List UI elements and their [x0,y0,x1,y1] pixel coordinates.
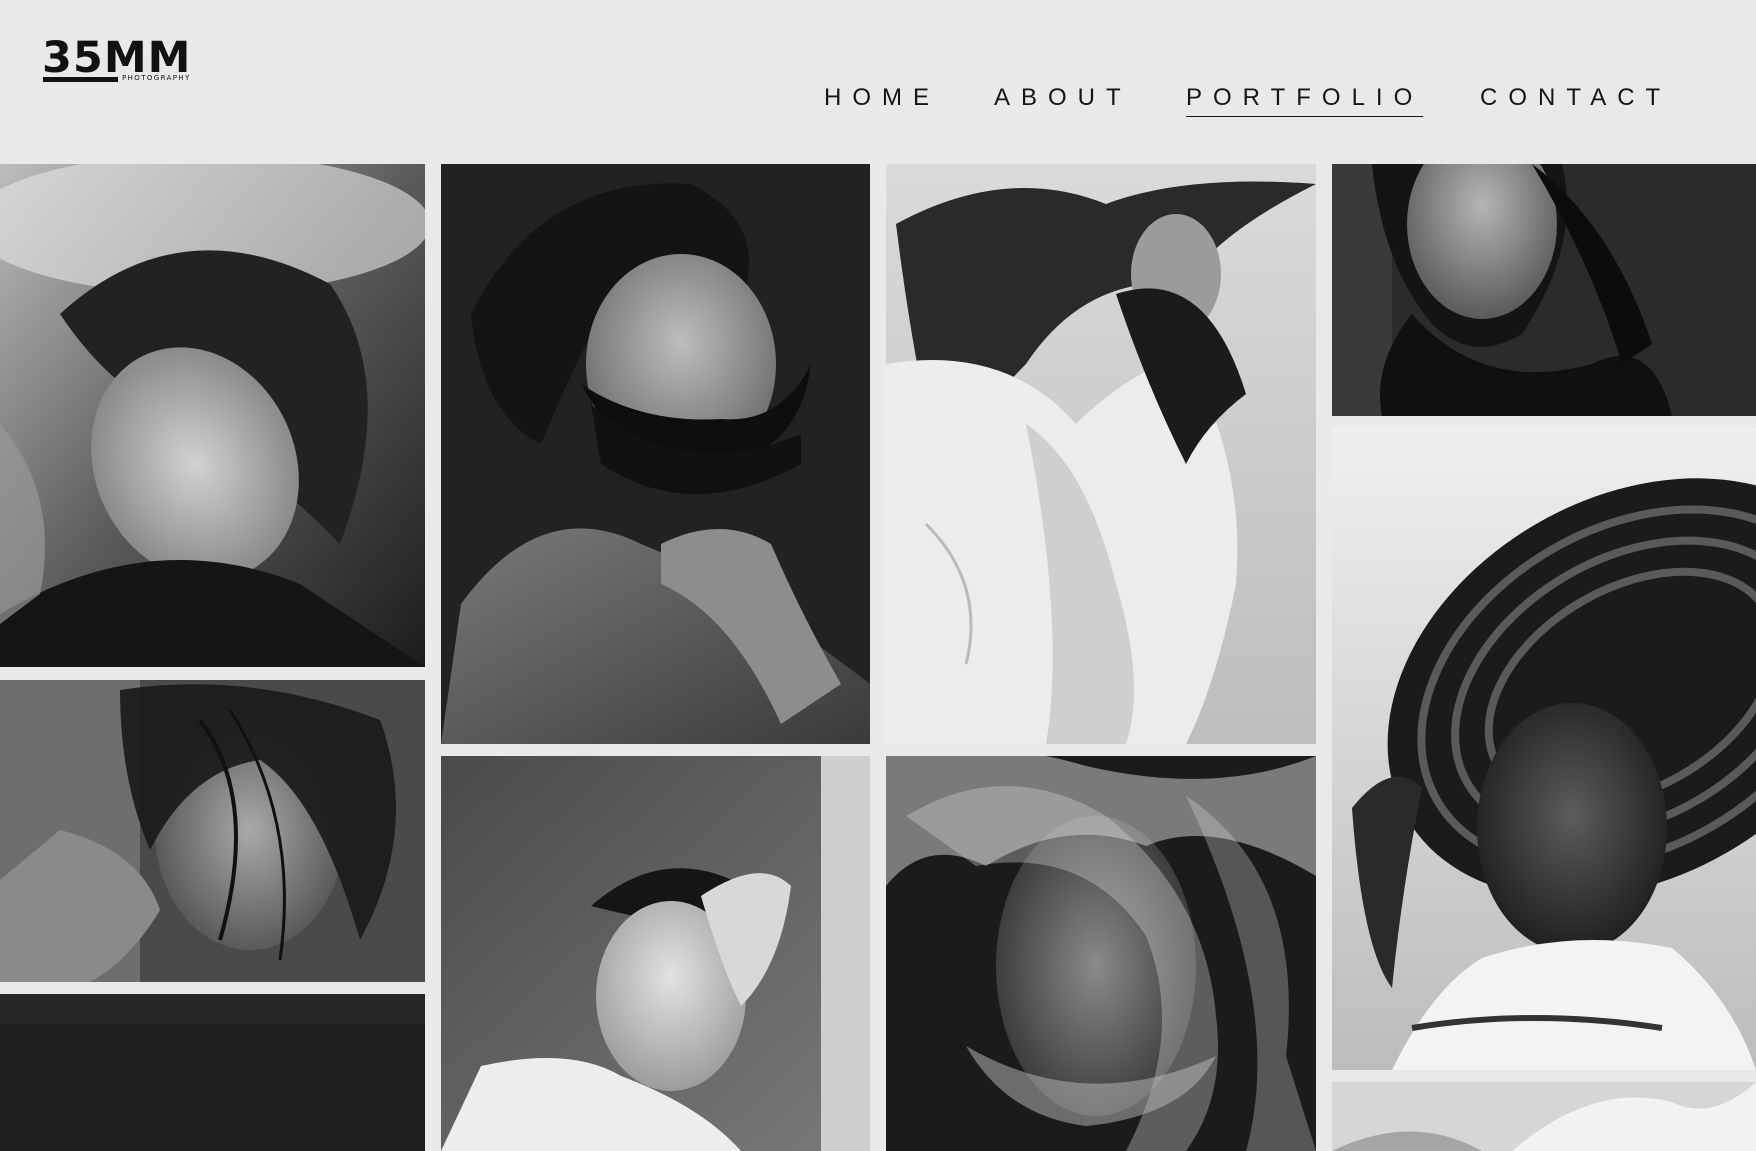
nav-portfolio[interactable]: PORTFOLIO [1186,84,1424,117]
photo-face-in-tulle-image [886,756,1316,1151]
photo-face-in-tulle[interactable] [886,756,1316,1151]
logo-subtitle: PHOTOGRAPHY [122,74,191,82]
photo-woman-windswept-hair-image [0,680,425,982]
nav-about[interactable]: ABOUT [994,84,1132,116]
photo-woman-white-jacket-image [886,164,1316,744]
nav-contact[interactable]: CONTACT [1480,84,1671,116]
photo-woman-sun-hat[interactable] [1332,428,1756,1070]
photo-dark-partial-image [0,994,425,1151]
logo[interactable]: 35MM PHOTOGRAPHY [42,34,212,86]
photo-woman-hand-on-forehead[interactable] [441,756,870,1151]
photo-woman-sun-hat-image [1332,428,1756,1070]
photo-bearded-man[interactable] [441,164,870,744]
photo-woman-dark-hair[interactable] [1332,164,1756,416]
photo-light-partial-image [1332,1082,1756,1151]
photo-woman-windswept-hair[interactable] [0,680,425,982]
nav-home[interactable]: HOME [824,84,940,116]
site-header: 35MM PHOTOGRAPHY HOME ABOUT PORTFOLIO CO… [0,0,1756,164]
logo-underline [43,77,118,82]
photo-dark-partial[interactable] [0,994,425,1151]
photo-woman-dark-hair-image [1332,164,1756,416]
photo-woman-curly-hair[interactable] [0,164,425,667]
photo-woman-hand-on-forehead-image [441,756,870,1151]
portfolio-gallery [0,164,1756,1151]
photo-light-partial[interactable] [1332,1082,1756,1151]
photo-woman-curly-hair-image [0,164,425,667]
main-nav: HOME ABOUT PORTFOLIO CONTACT [0,84,1756,124]
photo-woman-white-jacket[interactable] [886,164,1316,744]
photo-bearded-man-image [441,164,870,744]
